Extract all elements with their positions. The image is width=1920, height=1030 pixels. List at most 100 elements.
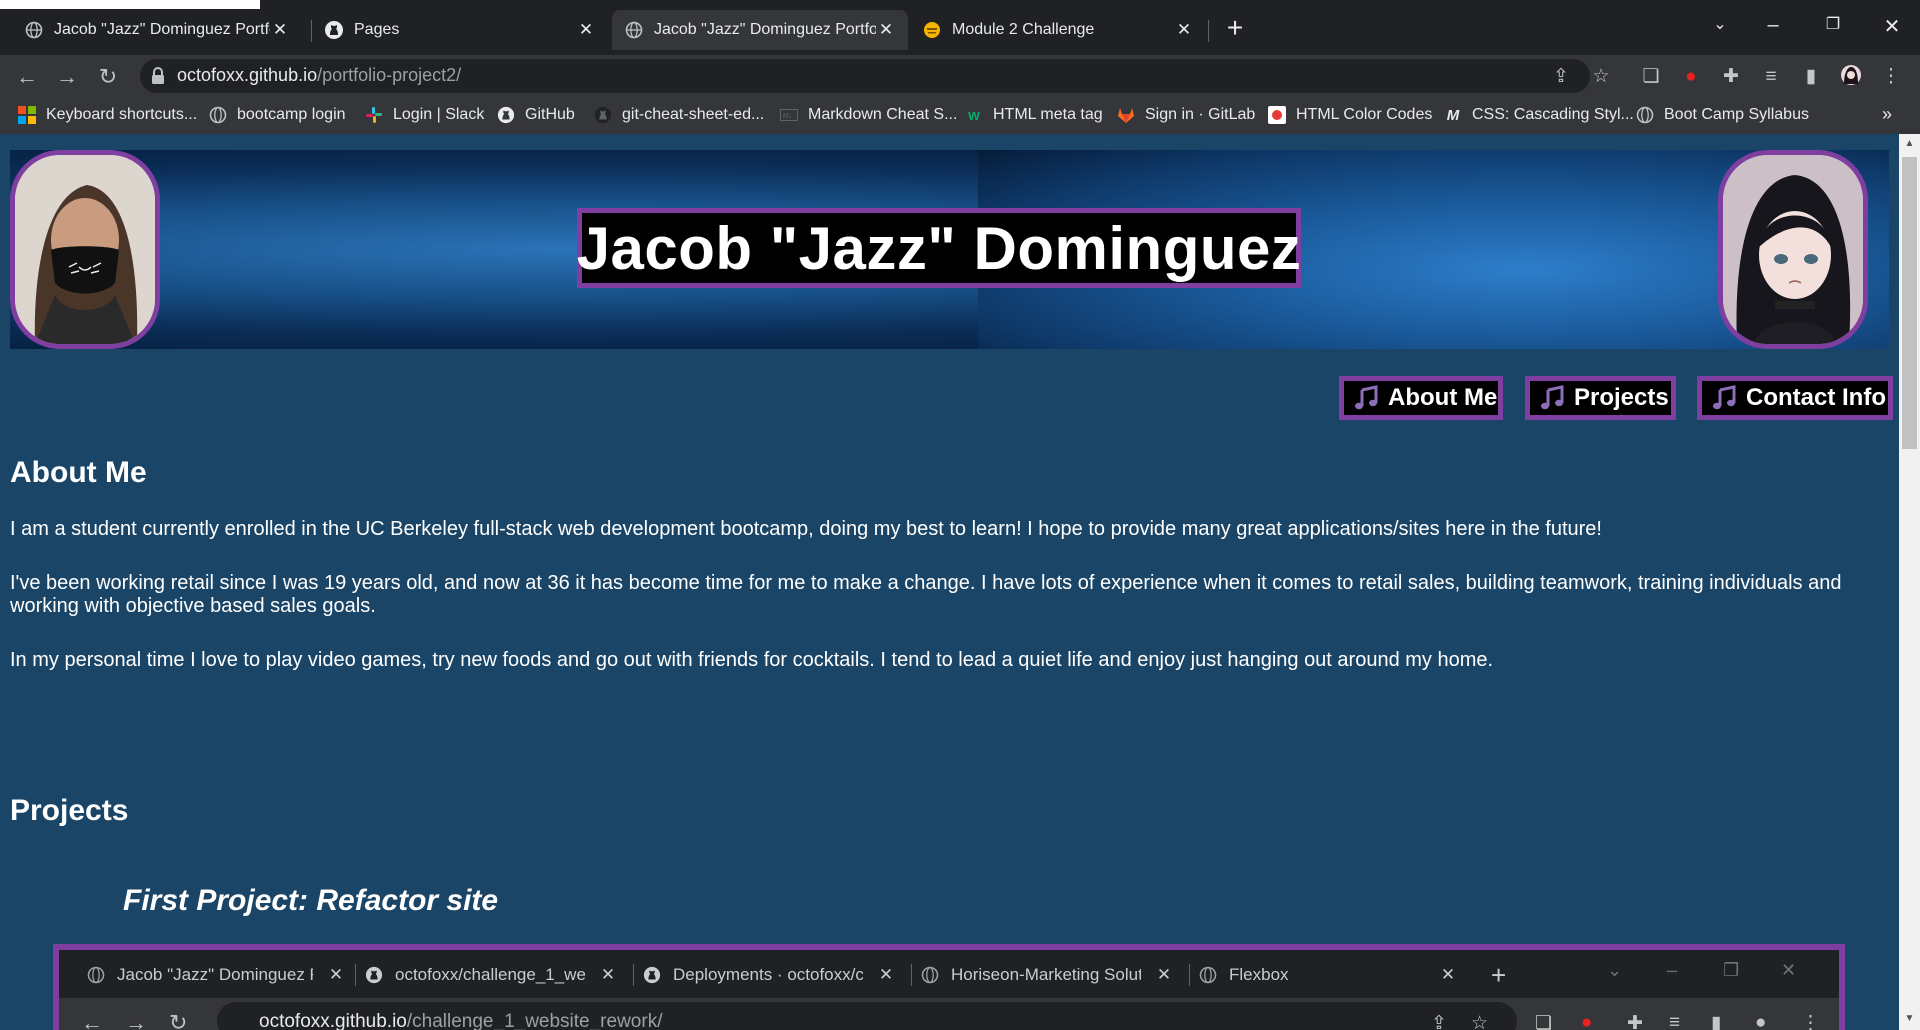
bookmark-label: bootcamp login <box>237 106 346 123</box>
browser-tab-pages[interactable]: Pages ✕ <box>312 10 608 50</box>
site-title: Jacob "Jazz" Dominguez <box>576 214 1302 282</box>
microsoft-icon <box>18 106 36 124</box>
tab-divider <box>633 964 634 986</box>
bookmark-html-color-codes[interactable]: HTML Color Codes <box>1268 106 1432 124</box>
menu-kebab-icon[interactable]: ⋮ <box>1878 64 1904 90</box>
screenshot-avatar: ● <box>1755 1012 1767 1030</box>
screenshot-tab: octofoxx/challenge_1_wel ✕ <box>365 958 627 992</box>
close-icon: ✕ <box>600 965 616 984</box>
site-title-box: Jacob "Jazz" Dominguez <box>577 208 1301 288</box>
bookmark-label: GitHub <box>525 106 575 123</box>
window-close-icon[interactable]: ✕ <box>1877 14 1907 39</box>
minimize-icon[interactable]: – <box>1758 14 1788 37</box>
lock-icon <box>151 67 165 85</box>
bookmark-boot-camp-syllabus[interactable]: Boot Camp Syllabus <box>1636 106 1809 124</box>
bookmark-label: HTML Color Codes <box>1296 106 1433 123</box>
media-queue-icon[interactable]: ≡ <box>1758 64 1784 90</box>
projects-heading: Projects <box>10 794 129 827</box>
close-icon: ✕ <box>1156 965 1172 984</box>
tab-title: Jacob "Jazz" Dominguez Portfolio <box>654 21 876 38</box>
back-icon[interactable]: ← <box>12 62 42 92</box>
globe-icon <box>87 966 105 984</box>
bookmark-git-cheat-sheet[interactable]: git-cheat-sheet-ed... <box>594 106 764 124</box>
screenshot-chevron-icon: ⌄ <box>1607 960 1623 980</box>
close-icon[interactable]: ✕ <box>1174 20 1194 40</box>
screenshot-extension-icon: ❏ <box>1535 1013 1553 1030</box>
screenshot-lastpass-icon: ● <box>1581 1012 1593 1030</box>
close-icon[interactable]: ✕ <box>876 20 896 40</box>
bookmark-bootcamp-login[interactable]: bootcamp login <box>209 106 346 124</box>
globe-icon <box>209 106 227 124</box>
url-text[interactable]: octofoxx.github.io/portfolio-project2/ <box>177 65 461 86</box>
extension-copy-icon[interactable]: ❏ <box>1638 64 1664 90</box>
gitlab-icon <box>1117 106 1135 124</box>
profile-avatar[interactable] <box>1838 64 1864 90</box>
extensions-puzzle-icon[interactable]: ✚ <box>1718 64 1744 90</box>
w3-icon: w <box>968 106 980 124</box>
scroll-down-arrow-icon[interactable]: ▼ <box>1902 1013 1917 1027</box>
project-screenshot[interactable]: Jacob "Jazz" Dominguez F ✕ octofoxx/chal… <box>53 944 1845 1030</box>
screenshot-forward-icon: → <box>125 1010 147 1030</box>
screenshot-back-icon: ← <box>81 1010 103 1030</box>
bookmark-star-icon[interactable]: ☆ <box>1588 64 1614 90</box>
about-paragraph-1: I am a student currently enrolled in the… <box>10 518 1602 540</box>
lastpass-icon[interactable]: ● <box>1678 64 1704 90</box>
github-icon <box>594 106 612 124</box>
screenshot-menu-icon: ⋮ <box>1801 1013 1820 1030</box>
screenshot-reload-icon: ↻ <box>169 1010 188 1030</box>
bookmark-keyboard-shortcuts[interactable]: Keyboard shortcuts... <box>18 106 197 124</box>
screenshot-tab-title: Deployments · octofoxx/c <box>673 965 863 984</box>
bookmark-slack[interactable]: Login | Slack <box>365 106 484 124</box>
browser-tab-portfolio-active[interactable]: Jacob "Jazz" Dominguez Portfolio ✕ <box>612 10 908 50</box>
nav-link-label: About Me <box>1388 384 1498 411</box>
close-icon[interactable]: ✕ <box>270 20 290 40</box>
share-icon[interactable]: ⇪ <box>1548 64 1574 90</box>
bookmark-html-meta-tag[interactable]: w HTML meta tag <box>965 106 1103 124</box>
bookmark-github[interactable]: GitHub <box>497 106 575 124</box>
forward-icon[interactable]: → <box>52 62 82 92</box>
about-me-heading: About Me <box>10 456 147 489</box>
screenshot-tab: Horiseon-Marketing Solut ✕ <box>921 958 1183 992</box>
about-paragraph-3: In my personal time I love to play video… <box>10 649 1494 671</box>
screenshot-tab: Flexbox ✕ <box>1199 958 1461 992</box>
globe-icon <box>624 20 644 40</box>
close-icon[interactable]: ✕ <box>576 20 596 40</box>
close-icon: ✕ <box>878 965 894 984</box>
mdn-icon: M <box>1446 106 1460 124</box>
new-tab-plus: + <box>1491 959 1507 990</box>
bookmark-gitlab[interactable]: Sign in · GitLab <box>1117 106 1255 124</box>
github-icon <box>497 106 515 124</box>
emoji-icon <box>922 20 942 40</box>
github-icon <box>324 20 344 40</box>
close-icon: ✕ <box>328 965 344 984</box>
screenshot-puzzle-icon: ✚ <box>1627 1013 1643 1030</box>
globe-icon <box>24 20 44 40</box>
nav-link-projects[interactable]: Projects <box>1525 376 1676 420</box>
reload-icon[interactable]: ↻ <box>93 62 123 92</box>
url-path: /challenge_1_website_rework/ <box>406 1011 663 1030</box>
music-note-icon <box>1538 384 1566 412</box>
scroll-up-arrow-icon[interactable]: ▲ <box>1902 138 1917 152</box>
nav-link-contact-info[interactable]: Contact Info <box>1697 376 1893 420</box>
globe-icon <box>1199 966 1217 984</box>
music-note-icon <box>1352 384 1380 412</box>
screenshot-tab-title: octofoxx/challenge_1_wel <box>395 965 585 984</box>
bookmark-css-mdn[interactable]: M CSS: Cascading Styl... <box>1444 106 1634 124</box>
first-project-title: First Project: Refactor site <box>123 884 499 917</box>
tab-divider <box>1208 20 1209 42</box>
screenshot-close-icon: ✕ <box>1781 960 1797 980</box>
bookmark-label: CSS: Cascading Styl... <box>1472 106 1634 123</box>
bookmark-markdown-cheat-sheet[interactable]: M↓ Markdown Cheat S... <box>780 106 957 124</box>
nav-link-label: Projects <box>1574 384 1669 411</box>
browser-tab-module-2[interactable]: Module 2 Challenge ✕ <box>910 10 1206 50</box>
scrollbar-thumb[interactable] <box>1902 157 1917 449</box>
restore-icon[interactable]: ❐ <box>1818 14 1848 34</box>
new-tab-button[interactable]: + <box>1220 14 1250 44</box>
nav-link-about-me[interactable]: About Me <box>1339 376 1503 420</box>
tab-search-icon[interactable]: ⌄ <box>1705 14 1735 34</box>
browser-tab-portfolio-1[interactable]: Jacob "Jazz" Dominguez Portfolio ✕ <box>12 10 302 50</box>
bookmark-label: HTML meta tag <box>993 106 1103 123</box>
screenshot-side-panel-icon: ▮ <box>1711 1013 1722 1030</box>
side-panel-icon[interactable]: ▮ <box>1798 64 1824 90</box>
bookmarks-overflow-button[interactable]: » <box>1882 104 1892 125</box>
